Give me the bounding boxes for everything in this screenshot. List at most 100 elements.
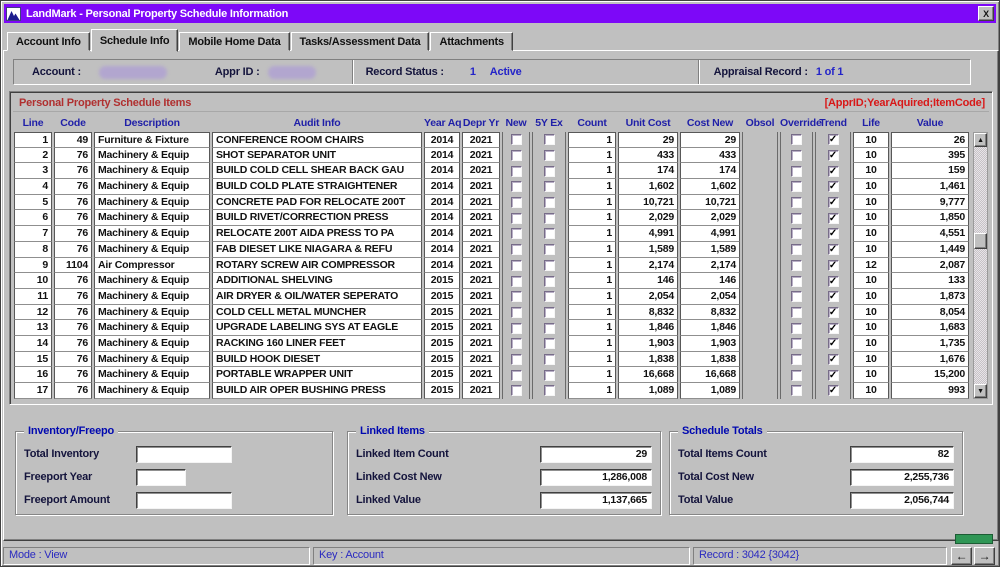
cell-line[interactable]: 10	[14, 273, 52, 289]
cell-obsol[interactable]	[742, 320, 778, 336]
override-checkbox[interactable]	[791, 385, 802, 397]
five-y-ex-checkbox[interactable]	[543, 181, 555, 193]
cell-five-y-ex[interactable]	[532, 132, 566, 148]
cell-depr-yr[interactable]: 2021	[462, 241, 500, 258]
cell-new[interactable]	[502, 273, 530, 289]
cell-depr-yr[interactable]: 2021	[462, 273, 500, 289]
cell-trend[interactable]: ✓	[815, 194, 851, 211]
cell-unit-cost[interactable]: 4,991	[618, 226, 678, 242]
cell-five-y-ex[interactable]	[532, 273, 566, 289]
override-checkbox[interactable]	[791, 150, 802, 162]
cell-year-aq[interactable]: 2014	[424, 194, 460, 211]
cell-code[interactable]: 76	[54, 383, 92, 399]
cell-life[interactable]: 12	[853, 257, 889, 274]
cell-depr-yr[interactable]: 2021	[462, 257, 500, 274]
trend-checkbox[interactable]: ✓	[827, 353, 839, 365]
cell-code[interactable]: 76	[54, 226, 92, 242]
trend-checkbox[interactable]: ✓	[827, 369, 839, 381]
cell-unit-cost[interactable]: 174	[618, 163, 678, 180]
cell-code[interactable]: 76	[54, 335, 92, 352]
cell-unit-cost[interactable]: 8,832	[618, 304, 678, 321]
cell-unit-cost[interactable]: 1,838	[618, 351, 678, 368]
cell-count[interactable]: 1	[568, 163, 616, 180]
cell-count[interactable]: 1	[568, 335, 616, 352]
cell-life[interactable]: 10	[853, 179, 889, 195]
cell-override[interactable]	[780, 367, 813, 383]
cell-unit-cost[interactable]: 2,029	[618, 210, 678, 227]
new-checkbox[interactable]	[510, 369, 522, 381]
cell-year-aq[interactable]: 2014	[424, 257, 460, 274]
cell-trend[interactable]: ✓	[815, 367, 851, 383]
cell-obsol[interactable]	[742, 194, 778, 211]
trend-checkbox[interactable]: ✓	[827, 291, 839, 303]
cell-line[interactable]: 12	[14, 304, 52, 321]
cell-obsol[interactable]	[742, 304, 778, 321]
cell-year-aq[interactable]: 2014	[424, 210, 460, 227]
cell-obsol[interactable]	[742, 367, 778, 383]
cell-new[interactable]	[502, 335, 530, 352]
five-y-ex-checkbox[interactable]	[543, 322, 555, 334]
cell-obsol[interactable]	[742, 226, 778, 242]
cell-new[interactable]	[502, 383, 530, 399]
cell-count[interactable]: 1	[568, 179, 616, 195]
cell-line[interactable]: 9	[14, 257, 52, 274]
cell-depr-yr[interactable]: 2021	[462, 147, 500, 164]
cell-year-aq[interactable]: 2014	[424, 241, 460, 258]
cell-override[interactable]	[780, 147, 813, 164]
five-y-ex-checkbox[interactable]	[543, 244, 555, 256]
cell-description[interactable]: Machinery & Equip	[94, 335, 210, 352]
override-checkbox[interactable]	[791, 228, 802, 240]
override-checkbox[interactable]	[791, 291, 802, 303]
cell-count[interactable]: 1	[568, 210, 616, 227]
cell-trend[interactable]: ✓	[815, 179, 851, 195]
cell-new[interactable]	[502, 320, 530, 336]
cell-depr-yr[interactable]: 2021	[462, 383, 500, 399]
cell-audit[interactable]: AIR DRYER & OIL/WATER SEPERATO	[212, 288, 422, 305]
five-y-ex-checkbox[interactable]	[543, 259, 555, 271]
five-y-ex-checkbox[interactable]	[543, 338, 555, 350]
cell-description[interactable]: Machinery & Equip	[94, 147, 210, 164]
cell-count[interactable]: 1	[568, 320, 616, 336]
cell-value[interactable]: 1,461	[891, 179, 969, 195]
linked-cost-new-field[interactable]: 1,286,008	[540, 468, 652, 486]
cell-new[interactable]	[502, 147, 530, 164]
cell-description[interactable]: Machinery & Equip	[94, 351, 210, 368]
cell-code[interactable]: 76	[54, 210, 92, 227]
cell-code[interactable]: 76	[54, 163, 92, 180]
cell-audit[interactable]: BUILD AIR OPER BUSHING PRESS	[212, 383, 422, 399]
cell-line[interactable]: 7	[14, 226, 52, 242]
freeport-year-field[interactable]	[136, 468, 186, 486]
five-y-ex-checkbox[interactable]	[543, 228, 555, 240]
cell-cost-new[interactable]: 2,174	[680, 257, 740, 274]
cell-code[interactable]: 76	[54, 241, 92, 258]
cell-value[interactable]: 993	[891, 383, 969, 399]
cell-audit[interactable]: FAB DIESET LIKE NIAGARA & REFU	[212, 241, 422, 258]
cell-obsol[interactable]	[742, 288, 778, 305]
cell-override[interactable]	[780, 273, 813, 289]
cell-value[interactable]: 1,449	[891, 241, 969, 258]
next-record-button[interactable]: →	[974, 547, 995, 565]
cell-life[interactable]: 10	[853, 210, 889, 227]
cell-value[interactable]: 395	[891, 147, 969, 164]
cell-cost-new[interactable]: 1,589	[680, 241, 740, 258]
cell-cost-new[interactable]: 2,029	[680, 210, 740, 227]
cell-new[interactable]	[502, 132, 530, 148]
cell-value[interactable]: 2,087	[891, 257, 969, 274]
cell-cost-new[interactable]: 8,832	[680, 304, 740, 321]
tab-tasks-assessment-data[interactable]: Tasks/Assessment Data	[290, 32, 430, 51]
cell-unit-cost[interactable]: 10,721	[618, 194, 678, 211]
trend-checkbox[interactable]: ✓	[827, 306, 839, 318]
cell-override[interactable]	[780, 179, 813, 195]
cell-new[interactable]	[502, 367, 530, 383]
new-checkbox[interactable]	[510, 259, 522, 271]
cell-life[interactable]: 10	[853, 367, 889, 383]
cell-line[interactable]: 2	[14, 147, 52, 164]
cell-description[interactable]: Machinery & Equip	[94, 288, 210, 305]
new-checkbox[interactable]	[510, 165, 522, 177]
cell-trend[interactable]: ✓	[815, 351, 851, 368]
cell-override[interactable]	[780, 257, 813, 274]
cell-audit[interactable]: BUILD COLD CELL SHEAR BACK GAU	[212, 163, 422, 180]
cell-description[interactable]: Machinery & Equip	[94, 226, 210, 242]
trend-checkbox[interactable]: ✓	[827, 197, 839, 209]
cell-count[interactable]: 1	[568, 351, 616, 368]
